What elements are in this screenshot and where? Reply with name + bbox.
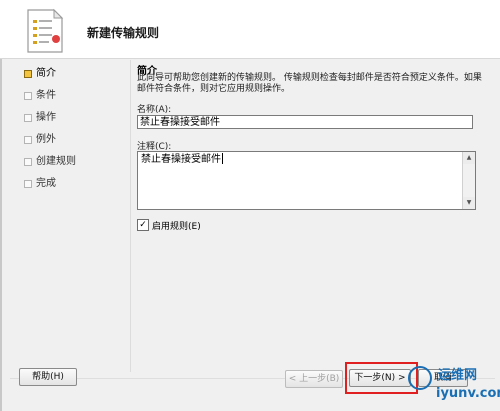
scroll-down-icon[interactable]: ▼ [463, 197, 475, 209]
watermark-logo-icon [408, 366, 432, 390]
intro-description: 此向导可帮助您创建新的传输规则。 传输规则检查每封邮件是否符合预定义条件。如果邮… [137, 73, 482, 94]
nav-item-intro[interactable]: 简介 [24, 68, 124, 90]
nav-divider [130, 60, 131, 372]
nav-item-label: 操作 [36, 112, 56, 123]
help-button[interactable]: 帮助(H) [19, 368, 77, 386]
nav-item-actions[interactable]: 操作 [24, 112, 124, 134]
name-input[interactable]: 禁止春操接受邮件 [137, 115, 473, 129]
comment-text: 禁止春操接受邮件 [141, 153, 223, 165]
site-watermark: 运维网 iyunv.com [408, 364, 500, 408]
comment-scrollbar[interactable]: ▲ ▼ [462, 152, 475, 209]
step-bullet-icon [24, 114, 32, 122]
new-transport-rule-dialog: 新建传输规则 简介 条件 操作 例外 创建规则 完成 简介 此向导可帮助您创建新… [0, 0, 500, 411]
nav-item-exceptions[interactable]: 例外 [24, 134, 124, 156]
nav-item-finish[interactable]: 完成 [24, 178, 124, 200]
step-bullet-icon [24, 158, 32, 166]
nav-item-label: 简介 [36, 68, 56, 79]
name-label: 名称(A): [137, 105, 172, 115]
step-bullet-icon [24, 70, 32, 78]
step-bullet-icon [24, 180, 32, 188]
nav-item-conditions[interactable]: 条件 [24, 90, 124, 112]
nav-item-label: 条件 [36, 90, 56, 101]
nav-item-label: 创建规则 [36, 156, 76, 167]
comment-textarea[interactable]: 禁止春操接受邮件 ▲ ▼ [137, 151, 476, 210]
nav-item-label: 例外 [36, 134, 56, 145]
watermark-title: 运维网 [438, 368, 478, 383]
scroll-up-icon[interactable]: ▲ [463, 152, 475, 164]
document-wizard-icon [27, 8, 64, 53]
nav-item-create-rule[interactable]: 创建规则 [24, 156, 124, 178]
nav-item-label: 完成 [36, 178, 56, 189]
dialog-header: 新建传输规则 [0, 0, 500, 59]
wizard-steps-nav: 简介 条件 操作 例外 创建规则 完成 [24, 68, 124, 200]
dialog-title: 新建传输规则 [87, 26, 160, 40]
enable-rule-label: 启用规则(E) [152, 222, 201, 232]
watermark-url: iyunv.com [436, 386, 500, 401]
step-bullet-icon [24, 136, 32, 144]
window-edge [0, 0, 2, 411]
back-button[interactable]: < 上一步(B) [285, 370, 343, 388]
enable-rule-checkbox[interactable]: ✓ [137, 219, 149, 231]
step-bullet-icon [24, 92, 32, 100]
